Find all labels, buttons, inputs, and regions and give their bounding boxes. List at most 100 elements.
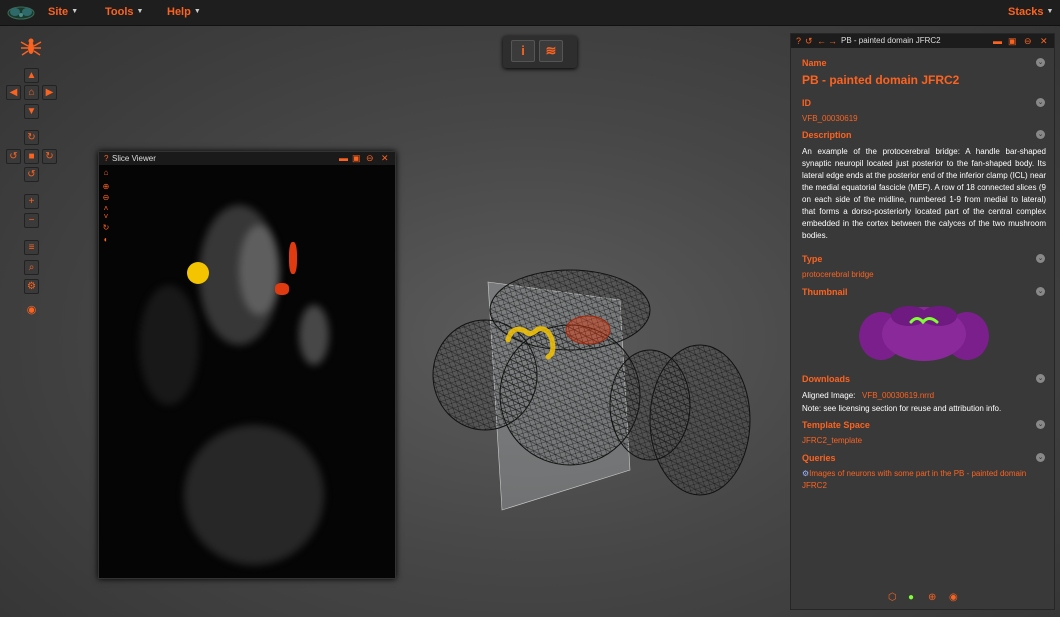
pan-right-button[interactable]: ▶ <box>42 85 57 100</box>
template-link[interactable]: JFRC2_template <box>802 436 862 445</box>
zoom-in-icon[interactable]: ⊕ <box>101 182 111 192</box>
pb-highlight-yellow <box>187 262 209 284</box>
term-info-title: PB - painted domain JFRC2 <box>841 36 941 45</box>
color-drop-icon[interactable]: ● <box>908 592 914 603</box>
maximize-icon[interactable]: ▣ <box>352 152 361 165</box>
chevron-down-icon[interactable]: ⌄ <box>1036 254 1045 263</box>
term-id: VFB_00030619 <box>802 114 858 123</box>
chevron-down-icon[interactable]: ⌄ <box>1036 287 1045 296</box>
tissue-region <box>184 425 324 565</box>
chevron-down-icon[interactable]: ⌄ <box>1036 58 1045 67</box>
forward-icon[interactable]: → <box>828 34 837 48</box>
3d-brain-mesh[interactable] <box>430 265 760 515</box>
fly-icon <box>20 38 42 56</box>
top-navbar: Site ▼ Tools ▼ Help ▼ Stacks ▼ <box>0 0 1060 26</box>
template-space-heading[interactable]: Template Space <box>802 420 870 430</box>
layers-button[interactable]: ≋ <box>539 40 563 62</box>
zoom-in-button[interactable]: + <box>24 194 39 209</box>
refresh-icon[interactable]: ↻ <box>101 223 111 233</box>
queries-heading[interactable]: Queries <box>802 453 836 463</box>
caret-down-icon: ▼ <box>136 8 144 15</box>
slice-viewer-title: Slice Viewer <box>112 154 156 163</box>
collapse-icon[interactable]: ⊖ <box>1024 34 1032 48</box>
tools-menu-label: Tools <box>105 6 134 18</box>
widget-button-group: i ≋ <box>503 36 577 68</box>
pb-highlight-red <box>275 283 289 295</box>
eye-icon[interactable]: ◉ <box>949 592 958 603</box>
rotate-left-button[interactable]: ↺ <box>6 149 21 164</box>
home-button[interactable]: ⌂ <box>24 85 39 100</box>
slice-viewer-panel: ? Slice Viewer ▬ ▣ ⊖ ✕ ⌂ ⊕ ⊖ ˄ ˅ ↻ ◐ <box>98 151 396 579</box>
downloads-heading[interactable]: Downloads <box>802 374 850 384</box>
downloads-note: Note: see licensing section for reuse an… <box>802 404 1002 413</box>
description-text: An example of the protocerebral bridge: … <box>802 147 1046 240</box>
term-name: PB - painted domain JFRC2 <box>802 73 960 87</box>
caret-down-icon: ▼ <box>193 8 201 15</box>
rotate-up-button[interactable]: ↻ <box>24 130 39 145</box>
zoom-icon[interactable]: ⊕ <box>928 592 936 603</box>
term-info-panel: ? ↺ ← → PB - painted domain JFRC2 ▬ ▣ ⊖ … <box>790 33 1055 610</box>
close-icon[interactable]: ✕ <box>1040 34 1048 48</box>
slice-viewer-title-bar[interactable]: ? Slice Viewer ▬ ▣ ⊖ ✕ <box>99 152 395 165</box>
slice-image-canvas[interactable]: ⌂ ⊕ ⊖ ˄ ˅ ↻ ◐ <box>99 165 395 578</box>
stacks-menu-label: Stacks <box>1008 6 1044 18</box>
aligned-image-label: Aligned Image: <box>802 391 856 400</box>
list-icon[interactable]: ≡ <box>24 240 39 255</box>
chevron-down-icon[interactable]: ⌄ <box>1036 130 1045 139</box>
thumbnail-heading[interactable]: Thumbnail <box>802 287 848 297</box>
back-icon[interactable]: ← <box>817 34 826 48</box>
caret-down-icon: ▼ <box>71 8 79 15</box>
history-icon[interactable]: ↺ <box>805 34 813 48</box>
query-link[interactable]: ⚙Images of neurons with some part in the… <box>802 468 1037 492</box>
minimize-icon[interactable]: ▬ <box>993 34 1002 48</box>
collapse-icon[interactable]: ⊖ <box>366 152 374 165</box>
close-icon[interactable]: ✕ <box>381 152 389 165</box>
chevron-down-icon[interactable]: ⌄ <box>1036 98 1045 107</box>
pan-down-button[interactable]: ▼ <box>24 104 39 119</box>
tools-menu[interactable]: Tools ▼ <box>105 6 143 18</box>
tissue-region <box>139 285 199 405</box>
help-icon[interactable]: ? <box>104 152 108 165</box>
description-heading[interactable]: Description <box>802 130 852 140</box>
id-heading[interactable]: ID <box>802 98 811 108</box>
name-heading[interactable]: Name <box>802 58 827 68</box>
aligned-image-link[interactable]: VFB_00030619.nrrd <box>862 391 934 400</box>
caret-down-icon: ▼ <box>1046 8 1054 15</box>
minimize-icon[interactable]: ▬ <box>339 152 348 165</box>
chevron-down-icon[interactable]: ⌄ <box>1036 374 1045 383</box>
search-icon[interactable]: ⌕ <box>24 260 39 275</box>
type-heading[interactable]: Type <box>802 254 822 264</box>
help-icon[interactable]: ? <box>796 34 801 48</box>
vfb-logo[interactable] <box>6 3 36 21</box>
term-info-title-bar[interactable]: ? ↺ ← → PB - painted domain JFRC2 ▬ ▣ ⊖ … <box>791 34 1054 48</box>
chevron-down-icon[interactable]: ⌄ <box>1036 453 1045 462</box>
cogs-icon[interactable]: ⚙ <box>24 279 39 294</box>
type-link[interactable]: protocerebral bridge <box>802 270 874 279</box>
pb-highlight-red <box>289 242 297 274</box>
brain-thumbnail[interactable] <box>859 298 989 368</box>
rotate-down-button[interactable]: ↺ <box>24 167 39 182</box>
select-icon[interactable]: ⬡ <box>888 592 897 603</box>
stacks-menu[interactable]: Stacks ▼ <box>1008 6 1053 18</box>
term-info-footer: ⬡ ● ⊕ ◉ <box>791 590 1054 608</box>
rotate-right-button[interactable]: ↻ <box>42 149 57 164</box>
toggle-icon[interactable]: ◐ <box>101 235 111 245</box>
home-icon[interactable]: ⌂ <box>101 168 111 178</box>
pan-up-button[interactable]: ▲ <box>24 68 39 83</box>
step-down-icon[interactable]: ˅ <box>101 212 111 222</box>
site-menu-label: Site <box>48 6 69 18</box>
chevron-down-icon[interactable]: ⌄ <box>1036 420 1045 429</box>
zoom-out-icon[interactable]: ⊖ <box>101 193 111 203</box>
site-menu[interactable]: Site ▼ <box>48 6 78 18</box>
zoom-out-button[interactable]: − <box>24 213 39 228</box>
help-menu-label: Help <box>167 6 191 18</box>
tissue-region <box>239 225 279 315</box>
pan-left-button[interactable]: ◀ <box>6 85 21 100</box>
tissue-region <box>299 305 329 365</box>
camera-icon[interactable]: ■ <box>24 149 39 164</box>
info-button[interactable]: i <box>511 40 535 62</box>
github-icon[interactable]: ◉ <box>24 303 39 318</box>
help-menu[interactable]: Help ▼ <box>167 6 201 18</box>
query-link-text: Images of neurons with some part in the … <box>802 469 1027 490</box>
maximize-icon[interactable]: ▣ <box>1008 34 1017 48</box>
